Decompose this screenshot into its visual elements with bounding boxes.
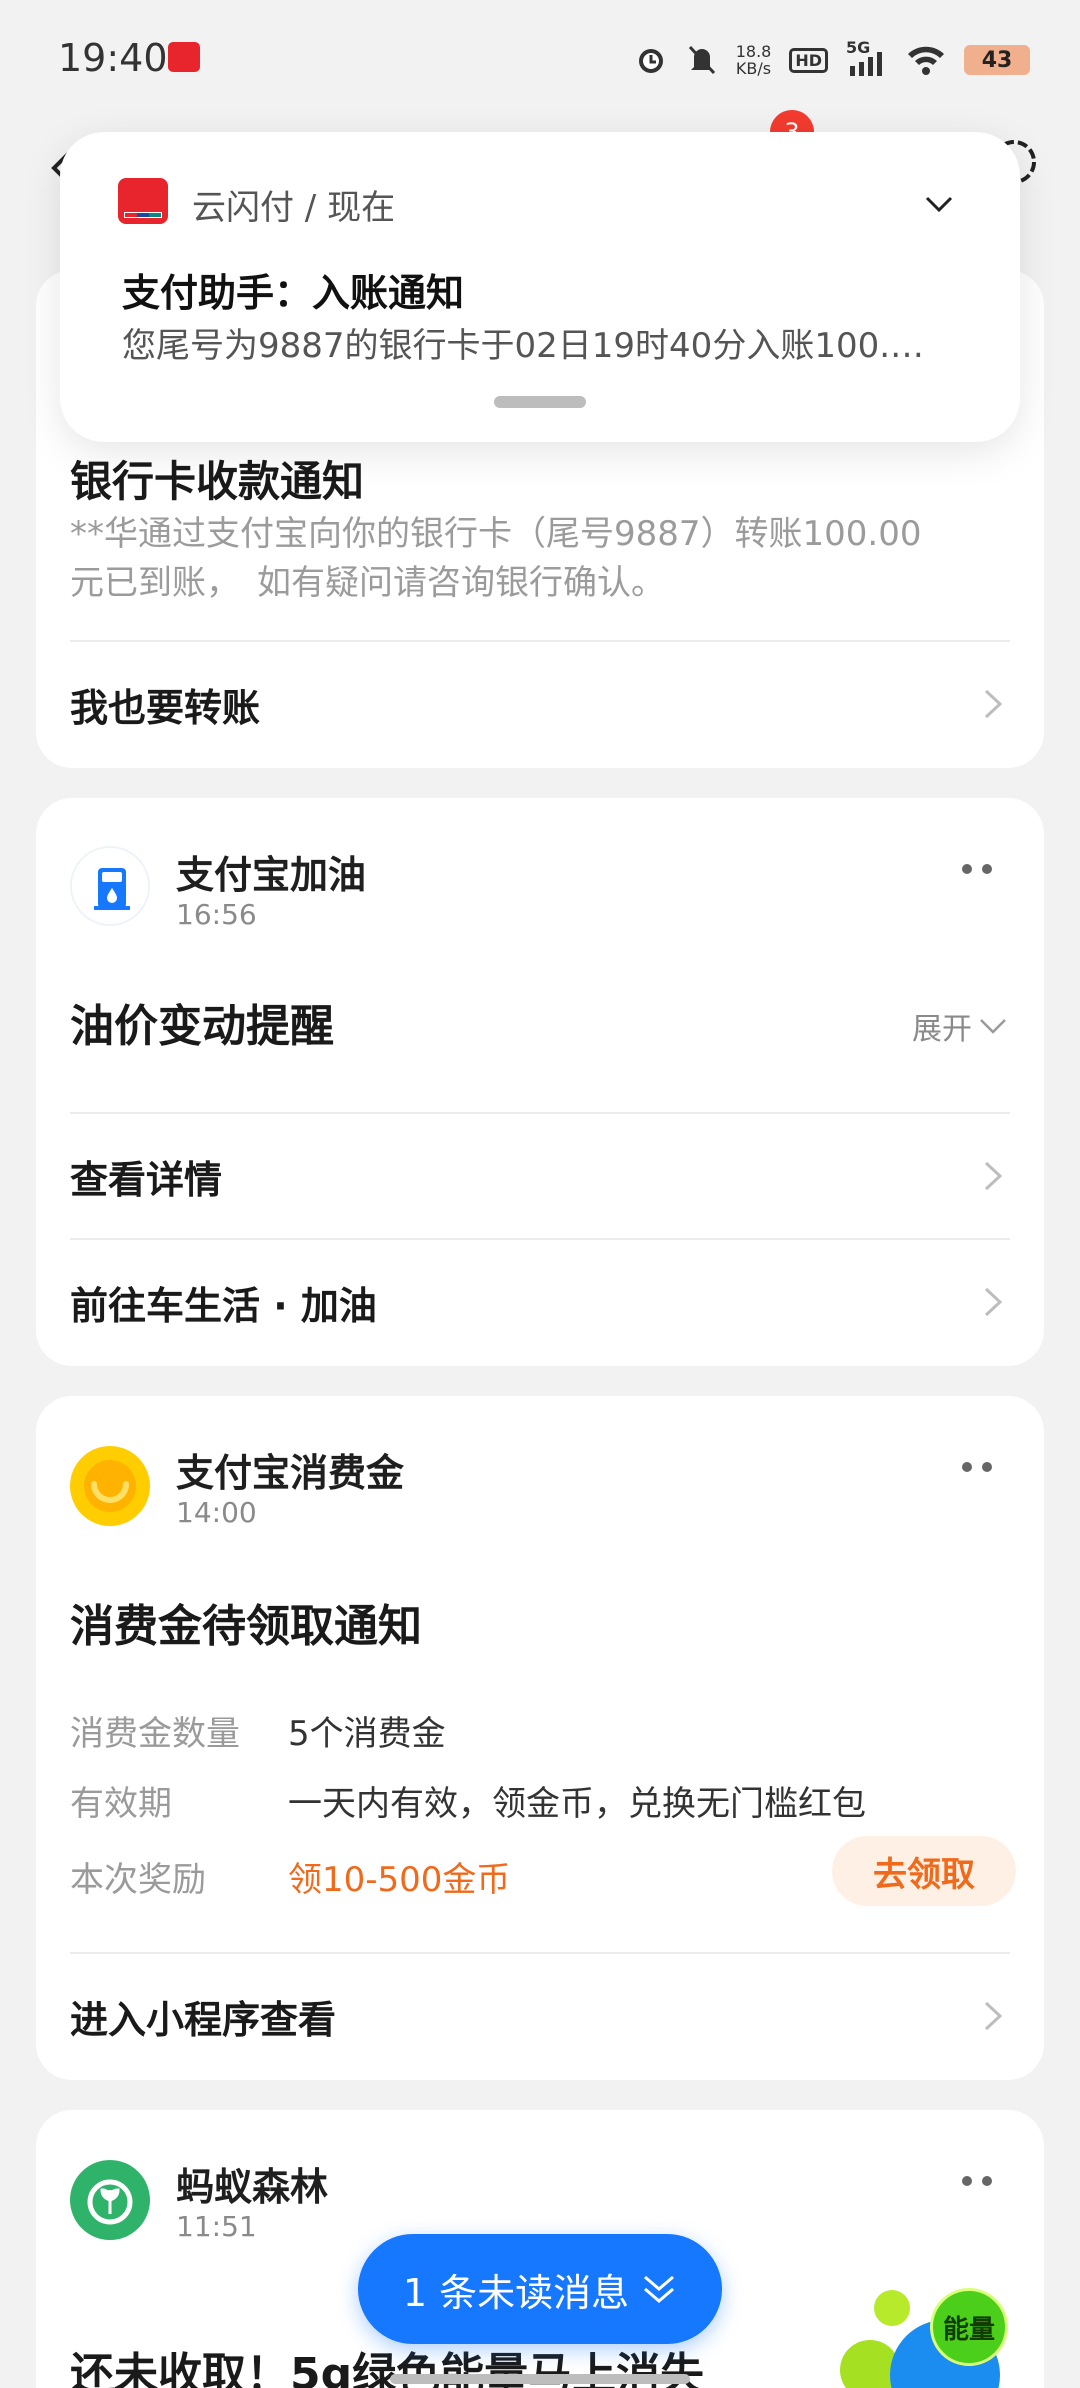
chevron-down-icon [980,1019,1006,1034]
card-title: 消费金待领取通知 [70,1601,422,1652]
expand-toggle[interactable]: 展开 [912,1004,1008,1048]
app-time: 14:00 [176,1496,257,1529]
app-name: 蚂蚁森林 [176,2165,329,2209]
more-icon[interactable] [962,864,992,874]
card-title: 银行卡收款通知 [70,457,365,506]
app-time: 16:56 [176,898,257,931]
chevron-down-icon[interactable] [924,194,954,214]
status-bar: 19:40 18.8 KB/s HD 5G 43 [0,0,1080,120]
mute-bell-icon [688,45,715,75]
battery-icon: 43 [964,45,1030,75]
chevron-right-icon [984,689,1003,719]
signal-icon: 5G [846,38,888,78]
card-body: **华通过支付宝向你的银行卡（尾号9887）转账100.00 元已到账， 如有疑… [70,514,922,603]
consume-app-logo [70,1446,150,1526]
unionpay-status-icon [168,42,200,72]
car-life-link[interactable]: 前往车生活 · 加油 [70,1238,1010,1364]
heads-up-notification[interactable]: 云闪付 / 现在 支付助手：入账通知 您尾号为9887的银行卡于02日19时40… [60,132,1020,442]
forest-app-logo [70,2160,150,2240]
app-name: 支付宝加油 [176,853,367,897]
consume-card: 支付宝消费金 14:00 消费金待领取通知 消费金数量 5个消费金 有效期 一天… [36,1396,1044,2080]
notification-app: 云闪付 / 现在 [192,188,396,228]
energy-widget[interactable]: 能量 [830,2280,1020,2388]
home-indicator[interactable] [390,2374,690,2384]
detail-label: 本次奖励 [70,1860,206,1900]
double-chevron-down-icon [644,2275,675,2303]
energy-badge: 能量 [930,2288,1008,2366]
view-details-link[interactable]: 查看详情 [70,1112,1010,1238]
reward-value: 领10-500金币 [288,1860,511,1900]
chevron-right-icon [984,1161,1003,1191]
energy-bubble [874,2290,910,2326]
card-title: 油价变动提醒 [70,1001,334,1052]
alarm-icon [638,49,663,73]
app-time: 11:51 [176,2210,257,2243]
mini-program-link[interactable]: 进入小程序查看 [70,1952,1010,2078]
notification-title: 支付助手：入账通知 [122,271,465,315]
drag-handle[interactable] [494,396,586,408]
unionpay-logo [118,178,168,224]
status-icons: 18.8 KB/s HD 5G 43 [634,38,1030,82]
detail-label: 有效期 [70,1784,172,1824]
more-icon[interactable] [962,1462,992,1472]
chevron-right-icon [984,2001,1003,2031]
network-speed: 18.8 KB/s [735,42,772,78]
detail-value: 5个消费金 [288,1714,446,1754]
transfer-link[interactable]: 我也要转账 [70,640,1010,766]
clock: 19:40 [58,36,168,80]
wifi-icon [908,46,944,75]
app-name: 支付宝消费金 [176,1451,405,1495]
more-icon[interactable] [962,2176,992,2186]
unread-messages-button[interactable]: 1 条未读消息 [358,2234,722,2344]
chevron-right-icon [984,1287,1003,1317]
fuel-app-logo [70,846,150,926]
claim-button[interactable]: 去领取 [832,1836,1016,1906]
fuel-card: 支付宝加油 16:56 油价变动提醒 展开 查看详情 前往车生活 · 加油 [36,798,1044,1366]
detail-label: 消费金数量 [70,1714,240,1754]
detail-value: 一天内有效，领金币，兑换无门槛红包 [288,1784,866,1824]
hd-icon: HD [789,47,828,73]
notification-body: 您尾号为9887的银行卡于02日19时40分入账100.… [122,326,925,366]
